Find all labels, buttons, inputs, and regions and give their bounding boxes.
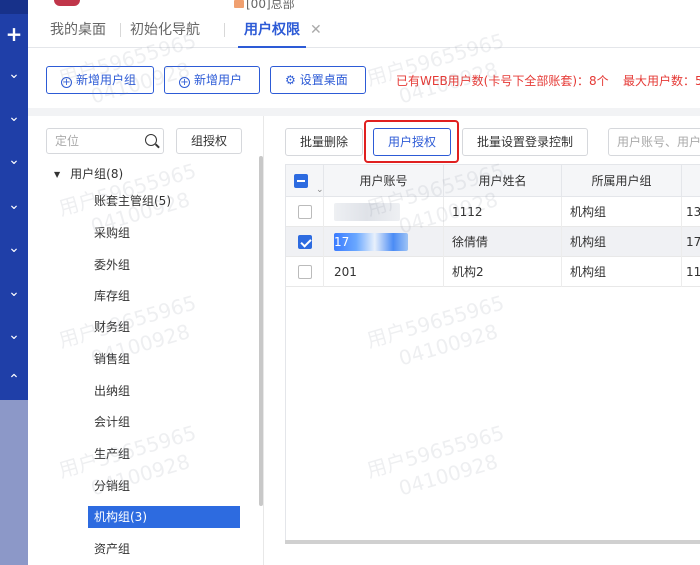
chevron-down-icon[interactable]: ⌄ <box>0 148 28 172</box>
col-header-group: 所属用户组 <box>562 165 682 197</box>
user-group-panel: 组授权 ▼ 用户组(8) 账套主管组(5) 采购组 委外组 库存组 财务组 销售组… <box>28 116 264 565</box>
chevron-down-icon[interactable]: ⌄ <box>0 105 28 129</box>
logo <box>54 0 80 6</box>
col-header-name: 用户姓名 <box>444 165 562 197</box>
chevron-down-icon[interactable]: ⌄ <box>0 236 28 260</box>
batch-delete-button[interactable]: 批量删除 <box>285 128 363 156</box>
add-user-button[interactable]: + 新增用户 <box>164 66 260 94</box>
tree-node[interactable]: 资产组 <box>88 538 136 560</box>
tree-node[interactable]: 账套主管组(5) <box>88 190 177 212</box>
cell-name: 机构2 <box>444 257 562 287</box>
col-header-extra <box>682 165 700 197</box>
table-row[interactable]: 1112 机构组 13 <box>286 197 700 227</box>
tree-node[interactable]: 生产组 <box>88 443 136 465</box>
cell-extra: 11 <box>686 265 700 279</box>
window-title: [00]总部 <box>246 0 295 11</box>
search-icon[interactable] <box>145 134 157 146</box>
tree-node[interactable]: 出纳组 <box>88 380 136 402</box>
tree-node[interactable]: 库存组 <box>88 285 136 307</box>
cell-name: 1112 <box>444 197 562 227</box>
tree-root-label: 用户组(8) <box>70 167 124 181</box>
cell-extra: 17 <box>686 235 700 249</box>
tree-node[interactable]: 委外组 <box>88 254 136 276</box>
plus-circle-icon: + <box>61 77 72 88</box>
plus-circle-icon: + <box>179 77 190 88</box>
tab-init-nav[interactable]: 初始化导航 <box>130 12 200 48</box>
chevron-down-icon[interactable]: ⌄ <box>0 280 28 304</box>
col-header-account: 用户账号 <box>324 165 444 197</box>
locate-input[interactable] <box>47 129 137 153</box>
cell-group: 机构组 <box>562 257 682 287</box>
add-user-label: 新增用户 <box>194 73 243 87</box>
tree-root[interactable]: ▼ 用户组(8) <box>54 165 123 182</box>
cell-account: 17 <box>324 227 444 257</box>
cell-extra: 13 <box>686 205 700 219</box>
cell-account: 201 <box>324 257 444 287</box>
row-select-cell <box>286 197 324 227</box>
tab-divider <box>224 23 225 37</box>
row-select-cell <box>286 227 324 257</box>
left-nav: + ⌄ ⌄ ⌄ ⌄ ⌄ ⌄ ⌄ ⌃ <box>0 0 28 565</box>
user-search <box>608 128 700 156</box>
max-user-count: 最大用户数：5 <box>623 74 700 88</box>
left-nav-top <box>0 0 28 14</box>
row-select-cell <box>286 257 324 287</box>
group-auth-button[interactable]: 组授权 <box>176 128 242 154</box>
cell-account <box>324 197 444 227</box>
tree-node[interactable]: 销售组 <box>88 348 136 370</box>
chevron-down-icon[interactable]: ⌄ <box>0 193 28 217</box>
cell-name: 徐倩倩 <box>444 227 562 257</box>
cell-group: 机构组 <box>562 197 682 227</box>
row-checkbox[interactable] <box>298 205 312 219</box>
batch-login-control-button[interactable]: 批量设置登录控制 <box>462 128 588 156</box>
user-table: ⌄ 用户账号 用户姓名 所属用户组 1112 机构组 13 17 徐倩倩 机构组… <box>285 164 700 544</box>
row-checkbox[interactable] <box>298 235 312 249</box>
tree-node[interactable]: 会计组 <box>88 411 136 433</box>
tab-bar: 我的桌面 初始化导航 用户权限 ✕ <box>28 12 700 48</box>
left-nav-bottom <box>0 400 28 565</box>
tree-node-selected[interactable]: 机构组(3) <box>88 506 240 528</box>
user-search-input[interactable] <box>609 129 700 155</box>
tab-user-permissions[interactable]: 用户权限 <box>238 12 306 48</box>
gear-icon: ⚙ <box>285 73 296 87</box>
document-icon <box>234 0 244 8</box>
top-strip: [00]总部 <box>28 0 700 12</box>
highlight-box <box>364 120 459 163</box>
table-scrollbar[interactable] <box>285 540 700 544</box>
tree-node[interactable]: 采购组 <box>88 222 136 244</box>
chevron-down-icon[interactable]: ⌄ <box>0 323 28 347</box>
table-row[interactable]: 17 徐倩倩 机构组 17 <box>286 227 700 257</box>
tab-my-desktop[interactable]: 我的桌面 <box>50 12 106 48</box>
chevron-down-icon[interactable]: ⌄ <box>0 62 28 86</box>
tree-node[interactable]: 分销组 <box>88 475 136 497</box>
add-user-group-label: 新增用户组 <box>76 73 137 87</box>
cell-group: 机构组 <box>562 227 682 257</box>
section-divider <box>28 108 700 116</box>
set-desktop-button[interactable]: ⚙ 设置桌面 <box>270 66 366 94</box>
caret-down-icon[interactable]: ▼ <box>54 170 60 179</box>
close-icon[interactable]: ✕ <box>310 12 322 48</box>
add-icon[interactable]: + <box>0 22 28 46</box>
select-all-cell: ⌄ <box>286 165 324 197</box>
table-header: ⌄ 用户账号 用户姓名 所属用户组 <box>286 165 700 197</box>
select-all-checkbox[interactable] <box>294 174 308 188</box>
table-row[interactable]: 201 机构2 机构组 11 <box>286 257 700 287</box>
user-list-panel: 批量删除 用户授权 批量设置登录控制 ⌄ 用户账号 用户姓名 所属用户组 <box>265 116 700 565</box>
row-checkbox[interactable] <box>298 265 312 279</box>
account-text: 17 <box>334 235 350 249</box>
chevron-up-icon[interactable]: ⌃ <box>0 368 28 392</box>
add-user-group-button[interactable]: + 新增用户组 <box>46 66 154 94</box>
locate-search <box>46 128 164 154</box>
tree-node[interactable]: 财务组 <box>88 316 136 338</box>
blurred-account <box>334 203 400 221</box>
tab-divider <box>120 23 121 37</box>
web-user-count: 已有WEB用户数(卡号下全部账套)：8个 <box>396 74 609 88</box>
set-desktop-label: 设置桌面 <box>299 73 348 87</box>
tree-scrollbar[interactable] <box>259 156 263 506</box>
